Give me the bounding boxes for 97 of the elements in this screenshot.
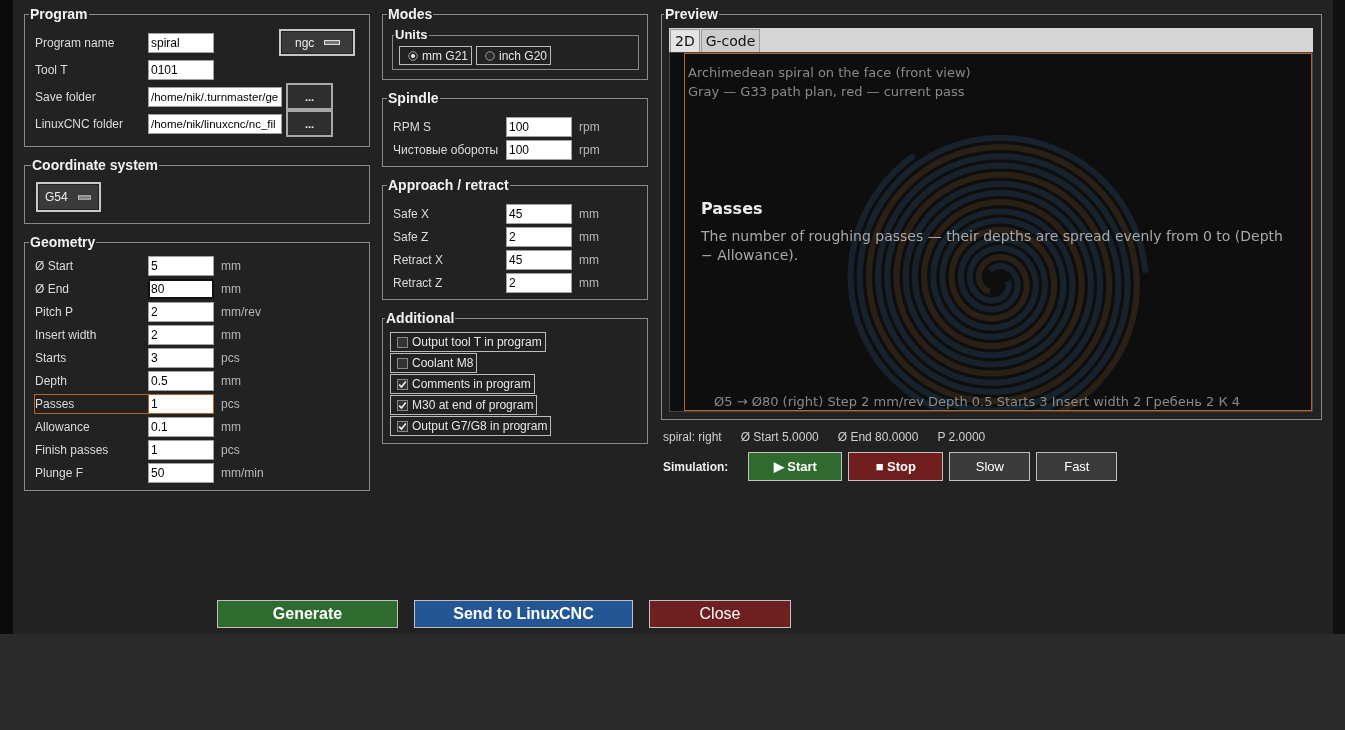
simulation-label: Simulation: bbox=[663, 459, 729, 474]
tab[interactable]: G-code bbox=[700, 29, 761, 52]
text-field[interactable]: 100 bbox=[506, 139, 572, 160]
field-label: Depth bbox=[34, 372, 69, 390]
unit-label: mm bbox=[221, 373, 241, 388]
field-label: Чистовые обороты bbox=[392, 141, 500, 159]
field-label: Ø End bbox=[34, 280, 71, 298]
field-label: Ø Start bbox=[34, 257, 74, 275]
field-label: Save folder bbox=[34, 88, 97, 106]
canvas-caption: Gray — G33 path plan, red — current pass bbox=[688, 84, 965, 99]
unit-label: mm bbox=[579, 275, 599, 290]
unit-label: mm bbox=[579, 229, 599, 244]
unit-label: mm bbox=[579, 206, 599, 221]
send-button[interactable]: Send to LinuxCNC bbox=[414, 600, 633, 628]
status-text: P 2.0000 bbox=[937, 430, 986, 444]
text-field[interactable]: 45 bbox=[506, 203, 572, 224]
speed-button[interactable]: Fast bbox=[1036, 452, 1118, 481]
unit-label: pcs bbox=[221, 396, 240, 411]
field-label: Retract X bbox=[392, 251, 444, 269]
unit-label: mm/rev bbox=[221, 304, 261, 319]
field-label: Finish passes bbox=[34, 441, 110, 459]
status-text: Ø End 80.0000 bbox=[837, 430, 919, 444]
text-field[interactable]: 1 bbox=[148, 393, 214, 414]
menu-indicator-icon bbox=[324, 40, 341, 45]
unit-label: mm bbox=[221, 327, 241, 342]
radio-option[interactable]: inch G20 bbox=[476, 46, 552, 65]
group-title: Spindle bbox=[388, 90, 439, 106]
text-field[interactable]: /home/nik/.turnmaster/ge bbox=[148, 86, 282, 107]
unit-label: rpm bbox=[579, 119, 600, 134]
radio-option[interactable]: mm G21 bbox=[399, 46, 472, 65]
unit-label: mm bbox=[579, 252, 599, 267]
field-label: Retract Z bbox=[392, 274, 444, 292]
unit-label: rpm bbox=[579, 142, 600, 157]
dropdown-button[interactable]: G54 bbox=[36, 182, 101, 212]
unit-label: mm bbox=[221, 281, 241, 296]
browse-button[interactable]: ... bbox=[286, 83, 333, 110]
text-field[interactable]: 2 bbox=[148, 324, 214, 345]
group-title: Additional bbox=[386, 310, 455, 326]
status-text: Ø Start 5.0000 bbox=[740, 430, 819, 444]
field-label: Safe Z bbox=[392, 228, 430, 246]
close-button[interactable]: Close bbox=[649, 600, 791, 628]
canvas-caption: Ø5 → Ø80 (right) Step 2 mm/rev Depth 0.5 Starts 3 Insert width 2 Гребень 2 К 4 bbox=[714, 394, 1241, 409]
text-field[interactable]: 50 bbox=[148, 462, 214, 483]
checkbox-option[interactable]: Output G7/G8 in program bbox=[390, 416, 552, 436]
menu-indicator-icon bbox=[77, 194, 91, 200]
checkbox-option[interactable]: Output tool T in program bbox=[390, 332, 546, 352]
unit-label: pcs bbox=[221, 442, 240, 457]
tooltip-title: Passes bbox=[701, 199, 763, 218]
unit-label: mm bbox=[221, 258, 241, 273]
speed-button[interactable]: Slow bbox=[949, 452, 1031, 481]
field-label: Insert width bbox=[34, 326, 98, 344]
dropdown-button[interactable]: ngc bbox=[279, 29, 355, 56]
stop-button[interactable]: ■ Stop bbox=[848, 452, 944, 481]
canvas-caption: Archimedean spiral on the face (front view) bbox=[688, 65, 971, 80]
unit-label: mm bbox=[221, 419, 241, 434]
text-field[interactable]: 0101 bbox=[148, 59, 214, 80]
field-label: Tool T bbox=[34, 61, 69, 79]
group-title: Units bbox=[395, 27, 428, 42]
group-title: Modes bbox=[388, 6, 433, 22]
field-label: RPM S bbox=[392, 118, 432, 136]
text-field[interactable]: 0.5 bbox=[148, 370, 214, 391]
tab[interactable]: 2D bbox=[670, 29, 700, 52]
text-field[interactable]: 3 bbox=[148, 347, 214, 368]
field-label: Plunge F bbox=[34, 464, 85, 482]
group-title: Geometry bbox=[30, 234, 96, 250]
text-field[interactable]: 0.1 bbox=[148, 416, 214, 437]
field-label: Pitch P bbox=[34, 303, 74, 321]
text-field[interactable]: /home/nik/linuxcnc/nc_fil bbox=[148, 113, 282, 134]
text-field[interactable]: 45 bbox=[506, 249, 572, 270]
group-title: Program bbox=[30, 6, 88, 22]
text-field[interactable]: 5 bbox=[148, 255, 214, 276]
field-label: Safe X bbox=[392, 205, 431, 223]
text-field[interactable]: 2 bbox=[506, 226, 572, 247]
status-text: spiral: right bbox=[663, 430, 722, 444]
field-label: Program name bbox=[34, 34, 116, 52]
field-label: Passes bbox=[34, 393, 148, 414]
text-field[interactable]: spiral bbox=[148, 32, 214, 53]
unit-label: mm/min bbox=[221, 465, 264, 480]
text-field[interactable]: 1 bbox=[148, 439, 214, 460]
group-title: Coordinate system bbox=[32, 157, 159, 173]
group-title: Preview bbox=[665, 6, 718, 22]
text-field[interactable]: 100 bbox=[506, 116, 572, 137]
start-button[interactable]: ▶ Start bbox=[748, 452, 843, 481]
text-field[interactable]: 80 bbox=[148, 278, 214, 299]
checkbox-option[interactable]: M30 at end of program bbox=[390, 395, 538, 415]
browse-button[interactable]: ... bbox=[286, 110, 333, 137]
unit-label: pcs bbox=[221, 350, 240, 365]
checkbox-option[interactable]: Coolant M8 bbox=[390, 353, 478, 373]
text-field[interactable]: 2 bbox=[148, 301, 214, 322]
generate-button[interactable]: Generate bbox=[217, 600, 398, 628]
group-title: Approach / retract bbox=[388, 177, 509, 193]
checkbox-option[interactable]: Comments in program bbox=[390, 374, 535, 394]
field-label: Starts bbox=[34, 349, 68, 367]
field-label: Allowance bbox=[34, 418, 91, 436]
text-field[interactable]: 2 bbox=[506, 272, 572, 293]
tooltip-text: The number of roughing passes — their depths are spread evenly from 0 to (Depth − Allowance). bbox=[701, 227, 1283, 265]
field-label: LinuxCNC folder bbox=[34, 115, 125, 133]
